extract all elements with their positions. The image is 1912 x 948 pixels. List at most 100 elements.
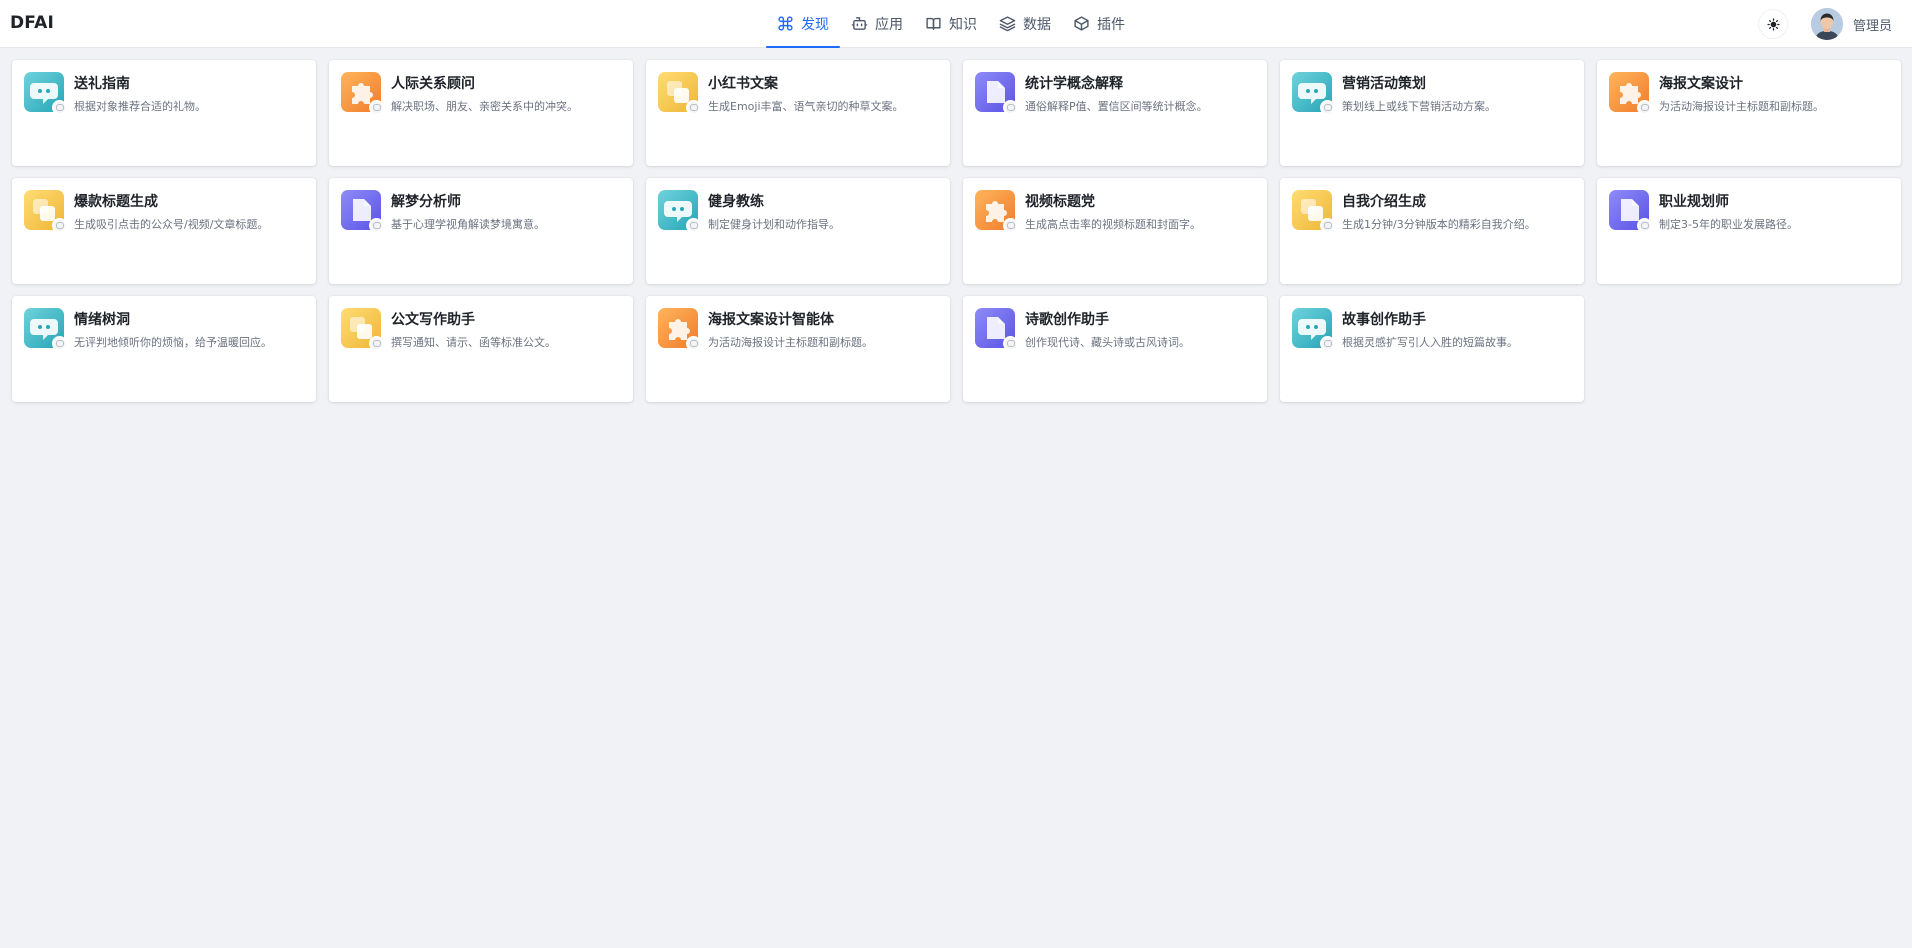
app-card-title: 营销活动策划 bbox=[1342, 76, 1426, 92]
chat-badge-icon bbox=[369, 218, 384, 233]
chat-badge-icon bbox=[52, 100, 67, 115]
app-card[interactable]: 公文写作助手 撰写通知、请示、函等标准公文。 bbox=[329, 296, 633, 402]
app-card-title: 小红书文案 bbox=[708, 76, 778, 92]
chat-badge-icon bbox=[1003, 218, 1018, 233]
app-card-title: 解梦分析师 bbox=[391, 194, 461, 210]
brand-logo[interactable]: DFAI bbox=[10, 0, 54, 47]
chat-badge-icon bbox=[686, 336, 701, 351]
app-card-title: 情绪树洞 bbox=[74, 312, 130, 328]
app-card[interactable]: 情绪树洞无评判地倾听你的烦恼，给予温暖回应。 bbox=[12, 296, 316, 402]
chat-badge-icon bbox=[686, 100, 701, 115]
app-card-title: 送礼指南 bbox=[74, 76, 130, 92]
puzzle-icon bbox=[975, 190, 1018, 233]
chat-badge-icon bbox=[1320, 100, 1335, 115]
app-card-description: 生成1分钟/3分钟版本的精彩自我介绍。 bbox=[1342, 218, 1536, 231]
chat-badge-icon bbox=[369, 100, 384, 115]
nav-tab-apps[interactable]: 应用 bbox=[840, 0, 914, 47]
app-card-title: 海报文案设计 bbox=[1659, 76, 1743, 92]
app-card-description: 解决职场、朋友、亲密关系中的冲突。 bbox=[391, 100, 578, 113]
app-card[interactable]: 送礼指南根据对象推荐合适的礼物。 bbox=[12, 60, 316, 166]
user-menu[interactable]: 管理员 bbox=[1811, 8, 1892, 40]
app-card[interactable]: 健身教练制定健身计划和动作指导。 bbox=[646, 178, 950, 284]
chat-badge-icon bbox=[1637, 218, 1652, 233]
app-card-description: 创作现代诗、藏头诗或古风诗词。 bbox=[1025, 336, 1190, 349]
app-card[interactable]: 爆款标题生成生成吸引点击的公众号/视频/文章标题。 bbox=[12, 178, 316, 284]
app-card-description: 制定3-5年的职业发展路径。 bbox=[1659, 218, 1798, 231]
app-card-description: 生成Emoji丰富、语气亲切的种草文案。 bbox=[708, 100, 904, 113]
chat-badge-icon bbox=[1003, 336, 1018, 351]
chat-bubble-icon bbox=[1292, 308, 1335, 351]
nav-tab-knowledge[interactable]: 知识 bbox=[914, 0, 988, 47]
chat-badge-icon bbox=[52, 218, 67, 233]
app-card-description: 撰写通知、请示、函等标准公文。 bbox=[391, 336, 556, 349]
app-card-title: 职业规划师 bbox=[1659, 194, 1729, 210]
bot-icon bbox=[851, 17, 868, 30]
app-card-description: 通俗解释P值、置信区间等统计概念。 bbox=[1025, 100, 1208, 113]
app-card-title: 故事创作助手 bbox=[1342, 312, 1426, 328]
app-card-description: 根据对象推荐合适的礼物。 bbox=[74, 100, 206, 113]
document-icon bbox=[1609, 190, 1652, 233]
app-card[interactable]: 人际关系顾问解决职场、朋友、亲密关系中的冲突。 bbox=[329, 60, 633, 166]
app-card[interactable]: 解梦分析师 基于心理学视角解读梦境寓意。 bbox=[329, 178, 633, 284]
chat-bubble-icon bbox=[24, 308, 67, 351]
nav-tab-label: 知识 bbox=[949, 16, 977, 33]
app-card[interactable]: 统计学概念解释通俗解释P值、置信区间等统计概念。 bbox=[963, 60, 1267, 166]
chat-badge-icon bbox=[1320, 336, 1335, 351]
app-card[interactable]: 诗歌创作助手创作现代诗、藏头诗或古风诗词。 bbox=[963, 296, 1267, 402]
document-icon bbox=[341, 190, 384, 233]
nav-tab-plugins[interactable]: 插件 bbox=[1062, 0, 1136, 47]
chat-bubble-icon bbox=[658, 190, 701, 233]
nav-tab-data[interactable]: 数据 bbox=[988, 0, 1062, 47]
app-card-title: 统计学概念解释 bbox=[1025, 76, 1123, 92]
app-card-title: 视频标题党 bbox=[1025, 194, 1095, 210]
app-card[interactable]: 故事创作助手根据灵感扩写引人入胜的短篇故事。 bbox=[1280, 296, 1584, 402]
puzzle-icon bbox=[658, 308, 701, 351]
app-card-description: 根据灵感扩写引人入胜的短篇故事。 bbox=[1342, 336, 1518, 349]
nav-tab-discover[interactable]: 发现 bbox=[766, 0, 840, 48]
avatar bbox=[1811, 8, 1843, 40]
stacked-squares-icon bbox=[341, 308, 384, 351]
book-icon bbox=[926, 17, 941, 30]
chat-bubble-icon bbox=[24, 72, 67, 115]
app-card[interactable]: 视频标题党 生成高点击率的视频标题和封面字。 bbox=[963, 178, 1267, 284]
chat-badge-icon bbox=[686, 218, 701, 233]
theme-toggle-button[interactable] bbox=[1758, 9, 1788, 39]
layers-icon bbox=[999, 16, 1016, 32]
app-card[interactable]: 海报文案设计智能体为活动海报设计主标题和副标题。 bbox=[646, 296, 950, 402]
app-card[interactable]: 营销活动策划策划线上或线下营销活动方案。 bbox=[1280, 60, 1584, 166]
sun-icon bbox=[1766, 17, 1780, 31]
chat-bubble-icon bbox=[1292, 72, 1335, 115]
app-card-title: 诗歌创作助手 bbox=[1025, 312, 1109, 328]
app-card-description: 为活动海报设计主标题和副标题。 bbox=[1659, 100, 1824, 113]
stacked-squares-icon bbox=[1292, 190, 1335, 233]
app-card-title: 爆款标题生成 bbox=[74, 194, 158, 210]
nav-tab-label: 插件 bbox=[1097, 16, 1125, 33]
app-card-title: 人际关系顾问 bbox=[391, 76, 475, 92]
app-card-description: 制定健身计划和动作指导。 bbox=[708, 218, 840, 231]
app-card[interactable]: 自我介绍生成生成1分钟/3分钟版本的精彩自我介绍。 bbox=[1280, 178, 1584, 284]
top-navigation-bar: DFAI 发现 应用 知识 数据 插件 管理员 bbox=[0, 0, 1912, 48]
nav-tab-label: 发现 bbox=[801, 16, 829, 33]
app-card[interactable]: 海报文案设计为活动海报设计主标题和副标题。 bbox=[1597, 60, 1901, 166]
chat-badge-icon bbox=[52, 336, 67, 351]
app-card-description: 策划线上或线下营销活动方案。 bbox=[1342, 100, 1496, 113]
app-card-description: 无评判地倾听你的烦恼，给予温暖回应。 bbox=[74, 336, 272, 349]
chat-badge-icon bbox=[1003, 100, 1018, 115]
app-card-title: 海报文案设计智能体 bbox=[708, 312, 834, 328]
stacked-squares-icon bbox=[24, 190, 67, 233]
user-name: 管理员 bbox=[1853, 18, 1893, 34]
app-card[interactable]: 小红书文案生成Emoji丰富、语气亲切的种草文案。 bbox=[646, 60, 950, 166]
stacked-squares-icon bbox=[658, 72, 701, 115]
app-card-description: 为活动海报设计主标题和副标题。 bbox=[708, 336, 873, 349]
chat-badge-icon bbox=[369, 336, 384, 351]
app-card-description: 生成吸引点击的公众号/视频/文章标题。 bbox=[74, 218, 269, 231]
app-card-title: 自我介绍生成 bbox=[1342, 194, 1426, 210]
app-card-title: 健身教练 bbox=[708, 194, 764, 210]
document-icon bbox=[975, 72, 1018, 115]
nav-tab-label: 应用 bbox=[875, 16, 903, 33]
puzzle-icon bbox=[341, 72, 384, 115]
document-icon bbox=[975, 308, 1018, 351]
puzzle-icon bbox=[1609, 72, 1652, 115]
app-card[interactable]: 职业规划师制定3-5年的职业发展路径。 bbox=[1597, 178, 1901, 284]
box-icon bbox=[1074, 16, 1089, 31]
